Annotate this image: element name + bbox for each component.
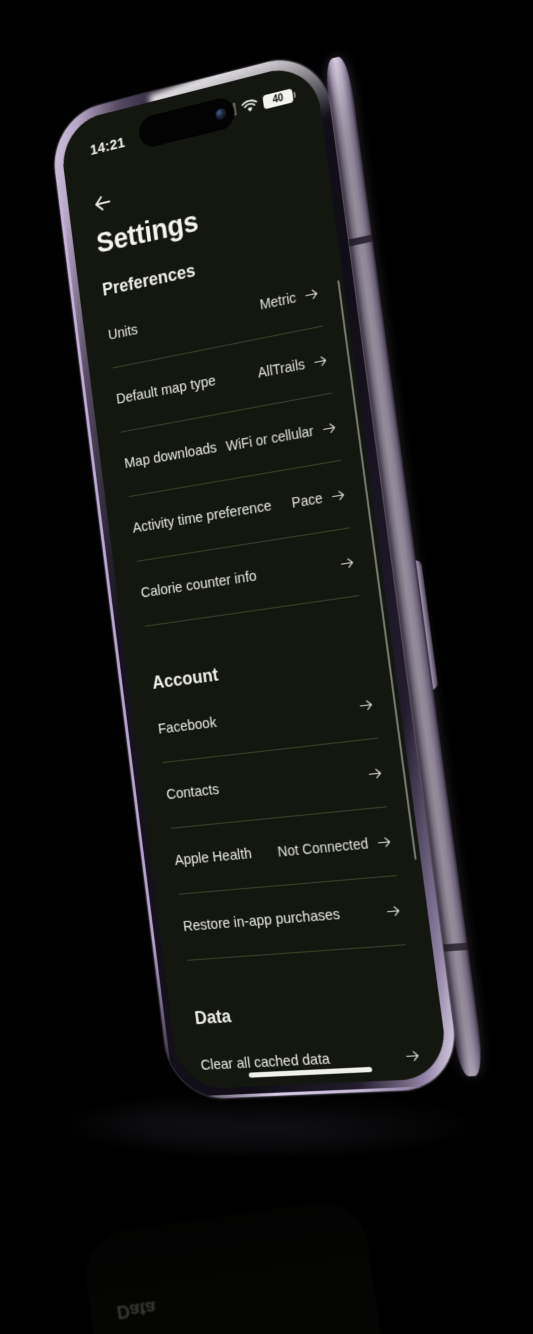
- status-bar-time: 14:21: [89, 134, 127, 159]
- battery-indicator: 40: [262, 88, 294, 110]
- scene-backdrop: 14:21 40 Settings Preferences Units Metr…: [0, 0, 533, 1334]
- chevron-right-arrow-icon: [339, 555, 355, 570]
- chevron-right-arrow-icon: [367, 766, 384, 781]
- section-rows-data: Clear all cached data: [196, 1020, 426, 1090]
- row-right: [358, 766, 383, 782]
- back-button[interactable]: [90, 187, 120, 218]
- row-label: Units: [107, 322, 139, 344]
- section-heading-account: Account: [151, 664, 220, 693]
- row-right: WiFi or cellular: [224, 419, 338, 455]
- row-value: WiFi or cellular: [224, 422, 315, 455]
- row-label: Contacts: [165, 781, 221, 804]
- row-right: [330, 555, 355, 572]
- home-indicator[interactable]: [248, 1066, 373, 1078]
- app-screen: 14:21 40 Settings Preferences Units Metr…: [58, 60, 450, 1090]
- chevron-right-arrow-icon: [321, 420, 337, 436]
- row-right: Pace: [291, 486, 347, 511]
- chevron-right-arrow-icon: [358, 697, 375, 712]
- row-right: [376, 903, 402, 918]
- row-right: Not Connected: [277, 833, 393, 860]
- row-label: Default map type: [115, 373, 217, 408]
- chevron-right-arrow-icon: [404, 1048, 421, 1062]
- row-label: Calorie counter info: [139, 568, 258, 602]
- row-right: Metric: [259, 285, 320, 313]
- section-rows-account: Facebook Contacts Apple Health Not Conne…: [154, 670, 406, 961]
- chevron-right-arrow-icon: [312, 353, 328, 369]
- row-value: Metric: [258, 289, 297, 313]
- chassis-bottom-rim: [191, 1085, 440, 1100]
- settings-list[interactable]: Preferences Units Metric Default map typ…: [78, 221, 450, 1090]
- section-heading-data: Data: [193, 1006, 233, 1029]
- settings-row-clear-all-cached-data[interactable]: Clear all cached data: [196, 1020, 426, 1090]
- chevron-right-arrow-icon: [330, 487, 346, 502]
- row-label: Clear all cached data: [199, 1051, 331, 1074]
- page-title: Settings: [94, 206, 201, 260]
- row-right: [395, 1048, 421, 1063]
- section-rows-preferences: Units Metric Default map type AllTrails …: [104, 259, 360, 627]
- iphone-device: 14:21 40 Settings Preferences Units Metr…: [48, 47, 486, 1101]
- row-value: Pace: [290, 489, 324, 511]
- front-camera-icon: [215, 107, 227, 121]
- row-right: AllTrails: [256, 351, 329, 381]
- phone-scene: 14:21 40 Settings Preferences Units Metr…: [0, 0, 533, 1334]
- wifi-icon: [241, 98, 257, 111]
- chevron-right-arrow-icon: [304, 286, 320, 302]
- back-arrow-icon: [90, 187, 120, 218]
- row-right: [349, 697, 374, 713]
- row-value: AllTrails: [256, 355, 306, 381]
- chevron-right-arrow-icon: [385, 903, 402, 918]
- row-label: Activity time preference: [131, 498, 273, 537]
- row-label: Map downloads: [123, 440, 218, 473]
- device-screen: 14:21 40 Settings Preferences Units Metr…: [58, 60, 450, 1090]
- row-value: Not Connected: [276, 835, 370, 860]
- row-label: Facebook: [157, 714, 218, 738]
- row-label: Apple Health: [173, 846, 253, 870]
- row-label: Restore in-app purchases: [182, 906, 342, 936]
- chevron-right-arrow-icon: [376, 834, 393, 849]
